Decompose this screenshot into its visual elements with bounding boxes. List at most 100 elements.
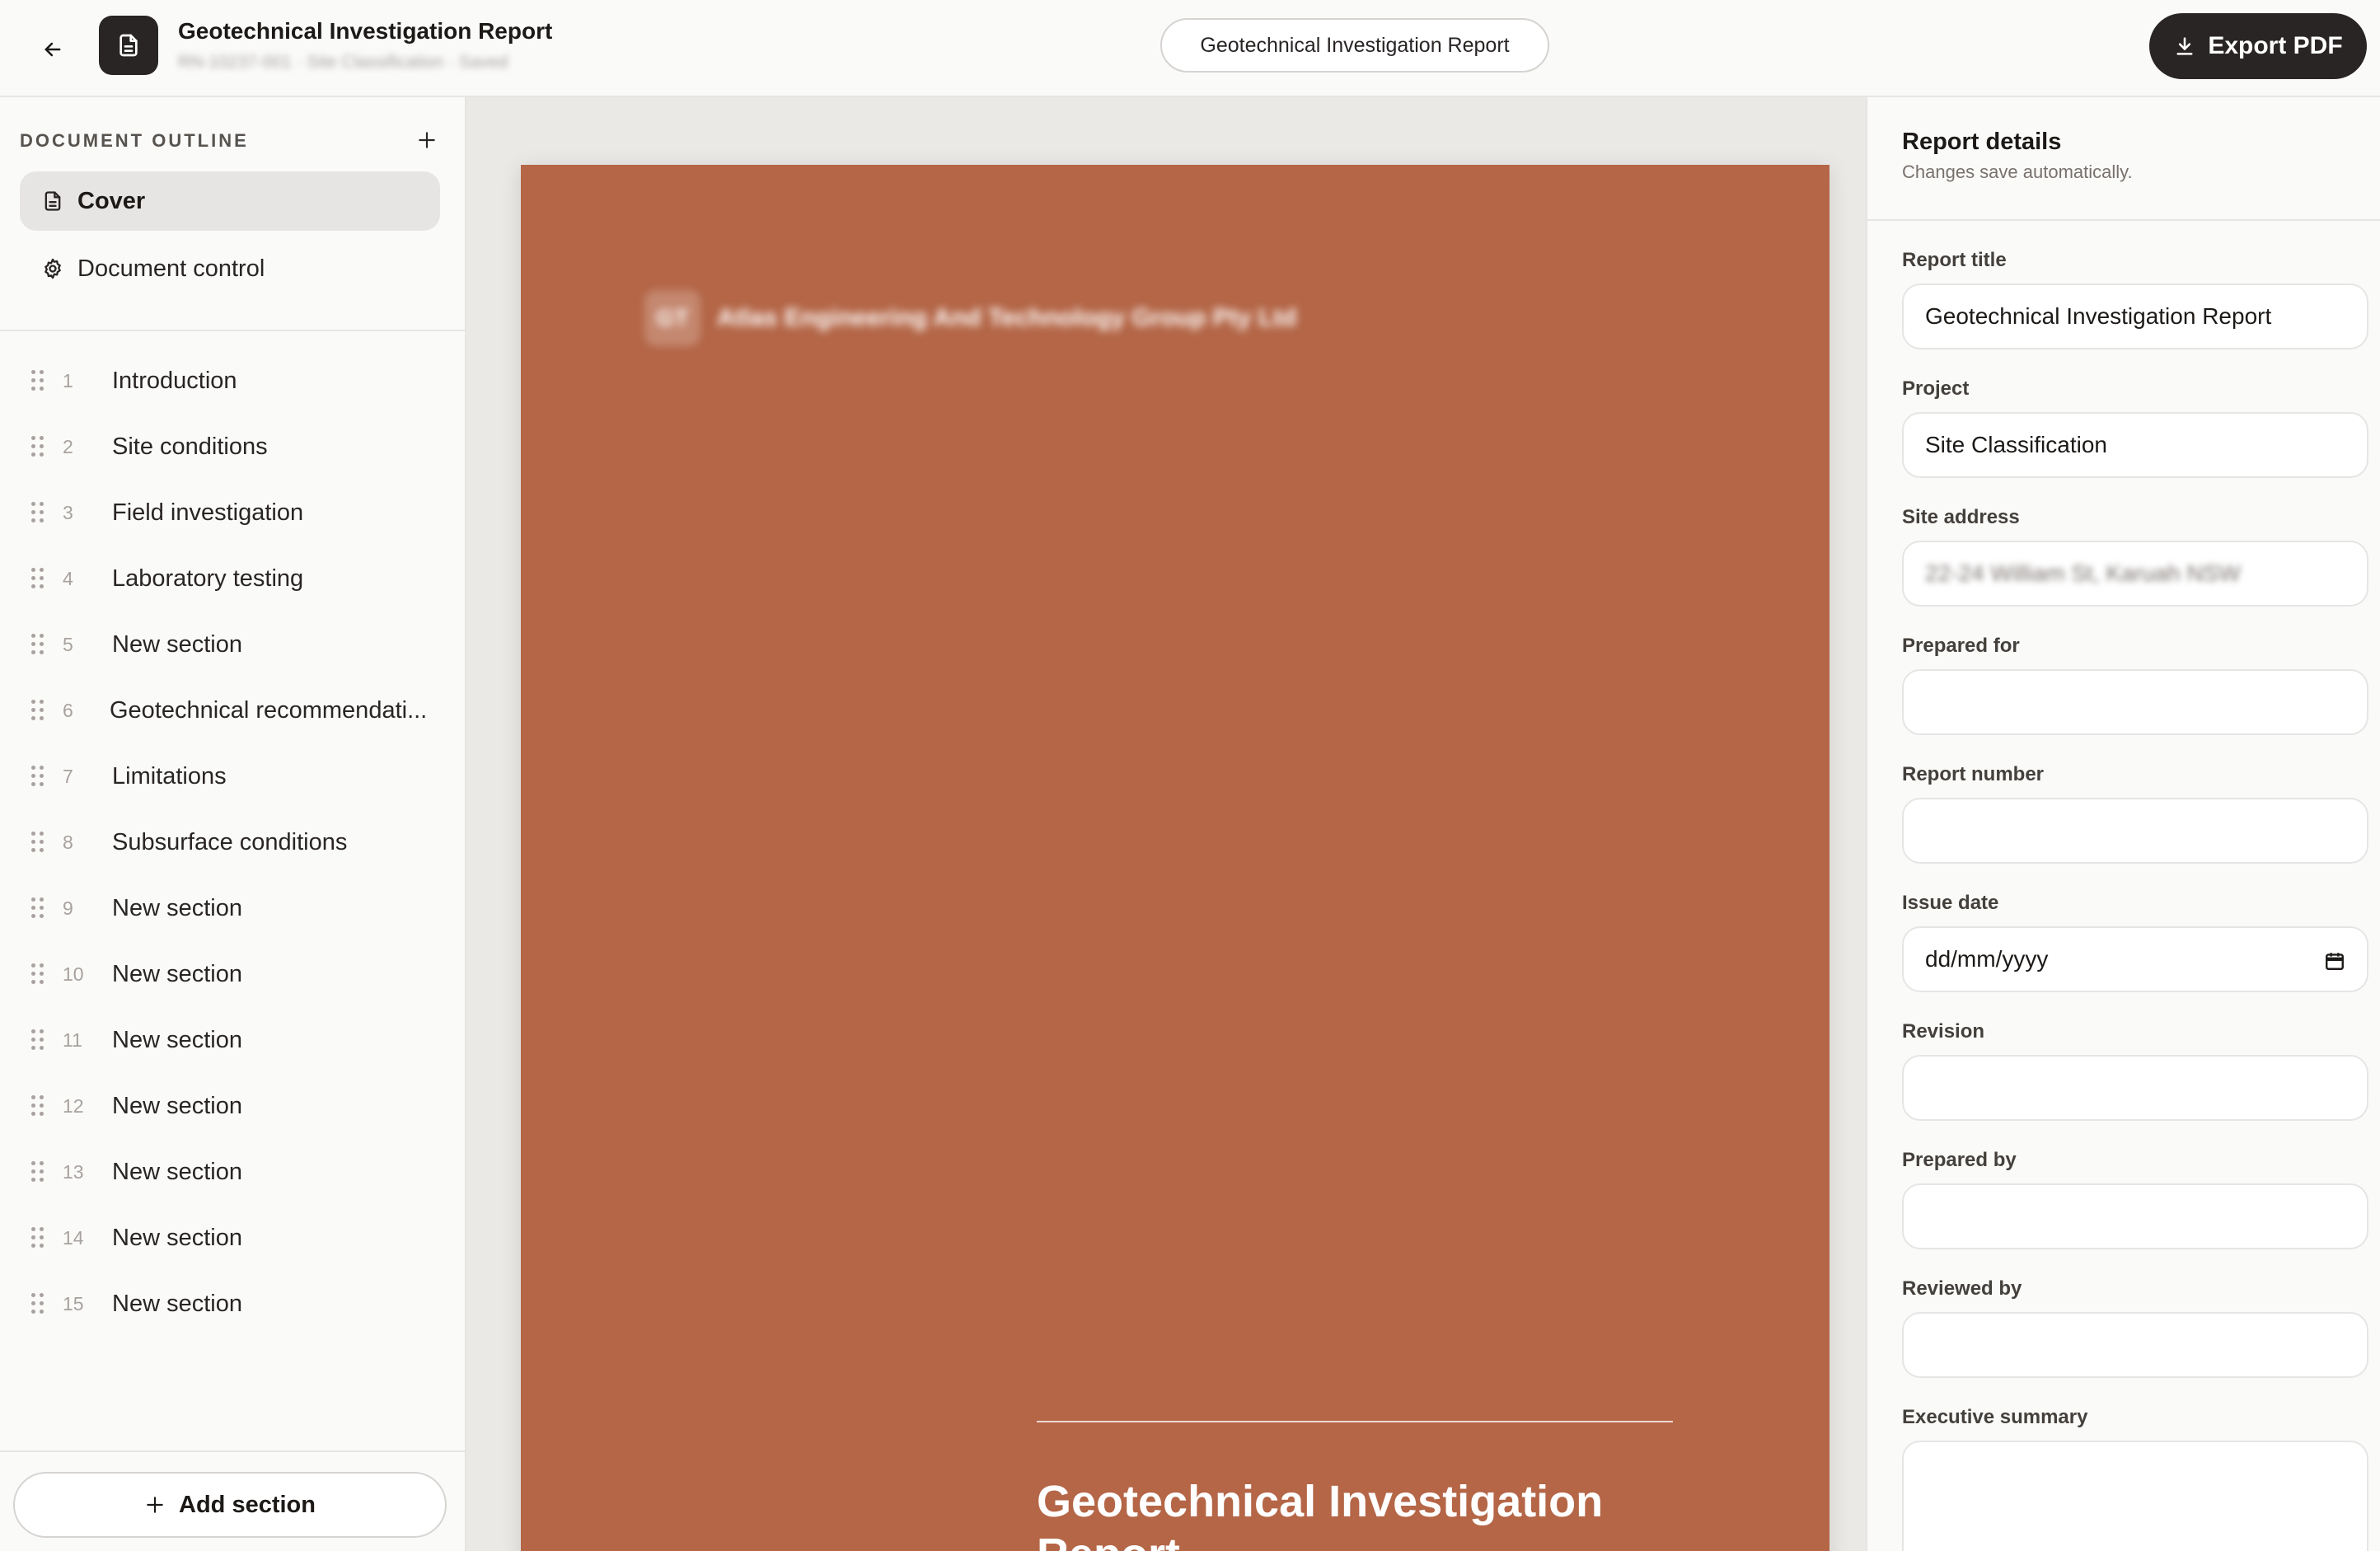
cover-title: Geotechnical Investigation Report (1037, 1477, 1604, 1551)
sidebar-item-document-control[interactable]: Document control (20, 239, 440, 298)
document-icon (119, 34, 138, 57)
divider (0, 330, 465, 331)
section-number: 15 (63, 1292, 84, 1314)
outline-heading: DOCUMENT OUTLINE (20, 130, 249, 151)
section-item[interactable]: 5 New section (0, 611, 465, 677)
section-item[interactable]: 9 New section (0, 875, 465, 941)
drag-handle-icon[interactable] (31, 502, 45, 523)
sidebar-item-label: Document control (77, 255, 265, 282)
drag-handle-icon[interactable] (31, 436, 45, 457)
document-canvas[interactable]: GT Atlas Engineering And Technology Grou… (466, 97, 1866, 1551)
drag-handle-icon[interactable] (31, 568, 45, 589)
section-item[interactable]: 2 Site conditions (0, 414, 465, 480)
drag-handle-icon[interactable] (31, 1293, 45, 1314)
section-item[interactable]: 8 Subsurface conditions (0, 809, 465, 875)
section-number: 5 (63, 633, 73, 655)
prepared-by-field[interactable] (1902, 1183, 2368, 1249)
section-title: New section (112, 1026, 242, 1053)
section-number: 11 (63, 1029, 82, 1051)
report-number-field[interactable] (1902, 798, 2368, 864)
section-item[interactable]: 3 Field investigation (0, 480, 465, 546)
reviewed-by-label: Reviewed by (1902, 1277, 2022, 1300)
prepared-by-label: Prepared by (1902, 1149, 2017, 1171)
section-number: 10 (63, 963, 84, 985)
section-item[interactable]: 13 New section (0, 1139, 465, 1205)
drag-handle-icon[interactable] (31, 1095, 45, 1117)
prepared-for-field[interactable] (1902, 669, 2368, 735)
back-button[interactable] (33, 30, 73, 69)
executive-summary-label: Executive summary (1902, 1406, 2088, 1428)
executive-summary-textarea[interactable] (1902, 1441, 2368, 1551)
section-list: 1 Introduction 2 Site conditions 3 Field… (0, 348, 465, 1337)
calendar-icon[interactable] (2324, 950, 2345, 972)
drag-handle-icon[interactable] (31, 634, 45, 655)
cover-page-preview[interactable]: GT Atlas Engineering And Technology Grou… (521, 165, 1830, 1551)
section-item[interactable]: 6 Geotechnical recommendati... (0, 677, 465, 743)
revision-field[interactable] (1902, 1055, 2368, 1121)
issue-date-label: Issue date (1902, 892, 1999, 914)
section-title: Laboratory testing (112, 565, 304, 592)
prepared-for-label: Prepared for (1902, 635, 2020, 657)
drag-handle-icon[interactable] (31, 897, 45, 919)
add-section-button[interactable]: Add section (13, 1472, 447, 1538)
section-title: New section (112, 894, 242, 921)
report-title-value: Geotechnical Investigation Report (1925, 303, 2272, 329)
section-number: 9 (63, 897, 73, 919)
report-title-field[interactable]: Geotechnical Investigation Report (1902, 283, 2368, 349)
section-number: 2 (63, 435, 73, 457)
page-title: Geotechnical Investigation Report (178, 18, 553, 44)
section-number: 12 (63, 1094, 84, 1117)
site-address-field[interactable]: 22-24 William St, Karuah NSW (1902, 541, 2368, 607)
reviewed-by-field[interactable] (1902, 1312, 2368, 1378)
section-item[interactable]: 15 New section (0, 1271, 465, 1337)
document-badge (99, 16, 158, 75)
section-title: New section (112, 1290, 242, 1317)
add-outline-item-button[interactable] (409, 122, 445, 158)
section-title: New section (112, 1158, 242, 1185)
section-item[interactable]: 4 Laboratory testing (0, 546, 465, 611)
logo-badge: GT (644, 290, 700, 346)
section-item[interactable]: 10 New section (0, 941, 465, 1007)
export-pdf-button[interactable]: Export PDF (2149, 13, 2367, 79)
document-title-pill[interactable]: Geotechnical Investigation Report (1160, 18, 1549, 73)
download-icon (2176, 37, 2193, 55)
issue-date-field[interactable]: dd/mm/yyyy (1902, 926, 2368, 992)
drag-handle-icon[interactable] (31, 832, 45, 853)
drag-handle-icon[interactable] (31, 700, 45, 721)
document-icon (45, 191, 61, 211)
sidebar-item-cover[interactable]: Cover (20, 171, 440, 231)
section-item[interactable]: 11 New section (0, 1007, 465, 1073)
section-item[interactable]: 1 Introduction (0, 348, 465, 414)
section-number: 7 (63, 765, 73, 787)
report-title-label: Report title (1902, 249, 2007, 271)
section-item[interactable]: 14 New section (0, 1205, 465, 1271)
drag-handle-icon[interactable] (31, 1227, 45, 1249)
company-logo: GT Atlas Engineering And Technology Grou… (644, 290, 1296, 346)
project-field[interactable]: Site Classification (1902, 412, 2368, 478)
section-title: Limitations (112, 762, 227, 790)
revision-label: Revision (1902, 1020, 1985, 1043)
arrow-left-icon (45, 42, 61, 57)
export-pdf-label: Export PDF (2208, 32, 2343, 59)
drag-handle-icon[interactable] (31, 370, 45, 391)
issue-date-value: dd/mm/yyyy (1925, 946, 2049, 972)
project-value: Site Classification (1925, 432, 2107, 457)
panel-title: Report details (1902, 129, 2062, 155)
section-item[interactable]: 12 New section (0, 1073, 465, 1139)
drag-handle-icon[interactable] (31, 1161, 45, 1183)
drag-handle-icon[interactable] (31, 1029, 45, 1051)
sidebar-item-label: Cover (77, 187, 146, 214)
plus-icon (419, 132, 435, 148)
site-address-label: Site address (1902, 506, 2020, 528)
drag-handle-icon[interactable] (31, 766, 45, 787)
section-title: New section (112, 960, 242, 987)
section-number: 6 (63, 699, 73, 721)
section-number: 4 (63, 567, 73, 589)
drag-handle-icon[interactable] (31, 963, 45, 985)
report-number-label: Report number (1902, 763, 2045, 785)
section-title: Geotechnical recommendati... (110, 696, 428, 724)
section-item[interactable]: 7 Limitations (0, 743, 465, 809)
report-details-panel: Report details Changes save automaticall… (1866, 97, 2380, 1551)
section-title: Introduction (112, 367, 237, 394)
section-number: 13 (63, 1160, 84, 1183)
